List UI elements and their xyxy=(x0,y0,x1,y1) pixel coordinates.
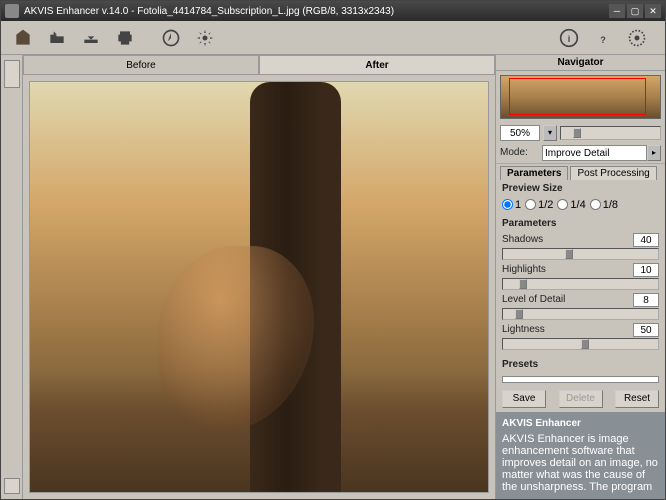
preview-size-eighth[interactable]: 1/8 xyxy=(590,199,618,211)
highlights-value[interactable]: 10 xyxy=(633,263,659,277)
save-preset-button[interactable]: Save xyxy=(502,390,546,408)
help-button[interactable]: ? xyxy=(589,24,617,52)
save-file-button[interactable] xyxy=(77,24,105,52)
maximize-button[interactable]: ▢ xyxy=(627,4,643,18)
thumbnail-slot[interactable] xyxy=(4,60,20,88)
lightness-label: Lightness xyxy=(502,324,545,335)
mode-arrow-icon[interactable]: ▸ xyxy=(647,145,661,161)
tab-after[interactable]: After xyxy=(259,55,495,74)
info-panel: AKVIS Enhancer AKVIS Enhancer is image e… xyxy=(496,412,665,499)
shadows-label: Shadows xyxy=(502,234,543,245)
zoom-value[interactable]: 50% xyxy=(500,125,540,141)
open-file-button[interactable] xyxy=(43,24,71,52)
preview-size-group: 1 1/2 1/4 1/8 xyxy=(496,197,665,215)
run-button[interactable] xyxy=(157,24,185,52)
app-icon xyxy=(5,4,19,18)
param-shadows: Shadows 40 xyxy=(496,232,665,262)
highlights-label: Highlights xyxy=(502,264,546,275)
presets-select[interactable] xyxy=(502,376,659,383)
lightness-slider[interactable] xyxy=(502,338,659,350)
info-button[interactable]: i xyxy=(555,24,583,52)
param-highlights: Highlights 10 xyxy=(496,262,665,292)
param-detail: Level of Detail 8 xyxy=(496,292,665,322)
preview-size-title: Preview Size xyxy=(496,180,665,197)
subtab-postprocessing[interactable]: Post Processing xyxy=(570,166,656,180)
parameters-title: Parameters xyxy=(496,215,665,232)
window-title: AKVIS Enhancer v.14.0 - Fotolia_4414784_… xyxy=(24,6,609,17)
preview-size-1[interactable]: 1 xyxy=(502,199,521,211)
left-sidebar xyxy=(1,55,23,499)
close-button[interactable]: ✕ xyxy=(645,4,661,18)
prefs-button[interactable] xyxy=(623,24,651,52)
shadows-value[interactable]: 40 xyxy=(633,233,659,247)
navigator-preview[interactable] xyxy=(500,75,661,119)
mode-label: Mode: xyxy=(500,147,542,158)
presets-title: Presets xyxy=(496,356,665,373)
thumbnail-slot-2[interactable] xyxy=(4,478,20,494)
toolbar: i ? xyxy=(1,21,665,55)
navigator-title: Navigator xyxy=(496,55,665,71)
shadows-slider[interactable] xyxy=(502,248,659,260)
app-logo-icon xyxy=(9,24,37,52)
detail-slider[interactable] xyxy=(502,308,659,320)
svg-text:?: ? xyxy=(600,35,606,45)
image-canvas[interactable] xyxy=(29,81,489,493)
info-body: AKVIS Enhancer is image enhancement soft… xyxy=(502,433,659,493)
right-panel: Navigator 50% ▾ Mode: Improve Detail ▸ P… xyxy=(495,55,665,499)
info-title: AKVIS Enhancer xyxy=(502,418,659,430)
print-button[interactable] xyxy=(111,24,139,52)
subtab-parameters[interactable]: Parameters xyxy=(500,166,568,180)
lightness-value[interactable]: 50 xyxy=(633,323,659,337)
delete-preset-button[interactable]: Delete xyxy=(559,390,603,408)
minimize-button[interactable]: ─ xyxy=(609,4,625,18)
reset-preset-button[interactable]: Reset xyxy=(615,390,659,408)
settings-button[interactable] xyxy=(191,24,219,52)
preview-size-half[interactable]: 1/2 xyxy=(525,199,553,211)
highlights-slider[interactable] xyxy=(502,278,659,290)
detail-value[interactable]: 8 xyxy=(633,293,659,307)
rendered-image xyxy=(30,82,488,492)
titlebar: AKVIS Enhancer v.14.0 - Fotolia_4414784_… xyxy=(1,1,665,21)
detail-label: Level of Detail xyxy=(502,294,565,305)
mode-select[interactable]: Improve Detail xyxy=(542,145,647,161)
preview-size-quarter[interactable]: 1/4 xyxy=(557,199,585,211)
zoom-dropdown-icon[interactable]: ▾ xyxy=(543,125,557,141)
tab-before[interactable]: Before xyxy=(23,55,259,74)
svg-text:i: i xyxy=(568,34,571,44)
param-lightness: Lightness 50 xyxy=(496,322,665,352)
zoom-slider[interactable] xyxy=(560,126,661,140)
